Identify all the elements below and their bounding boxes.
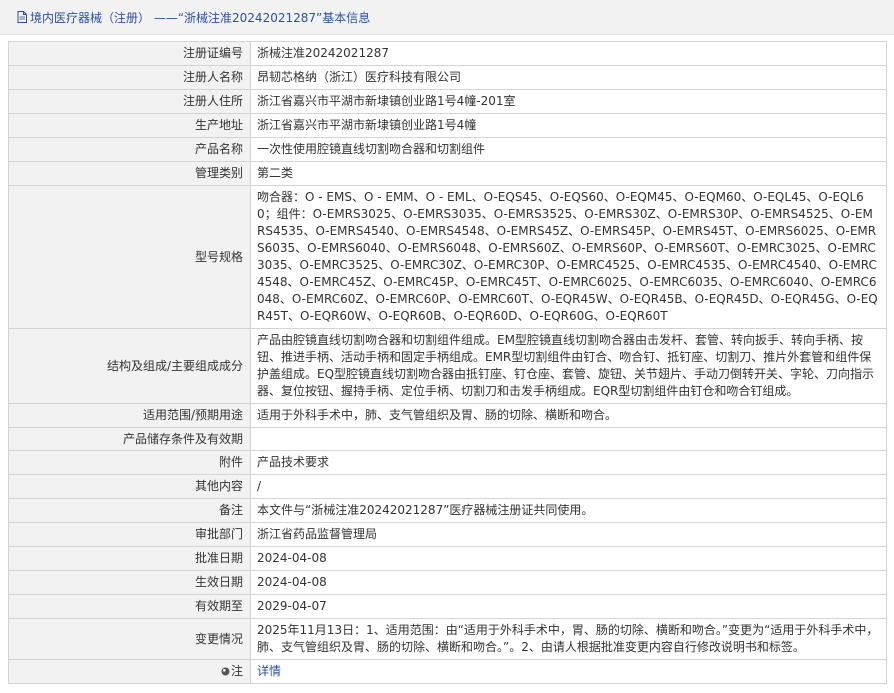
field-value: 适用于外科手术中，肺、支气管组织及胃、肠的切除、横断和吻合。: [250, 403, 887, 428]
field-value: [250, 427, 887, 451]
field-label: 生产地址: [8, 113, 251, 138]
table-row: 注册证编号 浙械注准20242021287: [8, 41, 887, 66]
table-row: 有效期至 2029-04-07: [8, 594, 887, 619]
table-row: 其他内容 /: [8, 474, 887, 499]
table-row: 注册人名称 昂韧芯格纳（浙江）医疗科技有限公司: [8, 65, 887, 90]
field-label: 附件: [8, 450, 251, 475]
field-value: 浙江省嘉兴市平湖市新埭镇创业路1号4幢-201室: [250, 89, 887, 114]
registration-info-table: 注册证编号 浙械注准20242021287 注册人名称 昂韧芯格纳（浙江）医疗科…: [8, 41, 887, 684]
field-label: 型号规格: [8, 185, 251, 329]
field-label: 产品名称: [8, 137, 251, 162]
field-value: 吻合器：O - EMS、O - EMM、O - EML、O-EQS45、O-EQ…: [250, 185, 887, 329]
field-value: 昂韧芯格纳（浙江）医疗科技有限公司: [250, 65, 887, 90]
field-label: 管理类别: [8, 161, 251, 186]
table-row: 审批部门 浙江省药品监督管理局: [8, 522, 887, 547]
table-row: 型号规格 吻合器：O - EMS、O - EMM、O - EML、O-EQS45…: [8, 185, 887, 329]
field-label: 审批部门: [8, 522, 251, 547]
field-value: 2025年11月13日：1、适用范围：由“适用于外科手术中，胃、肠的切除、横断和…: [250, 618, 887, 660]
field-label: 注册证编号: [8, 41, 251, 66]
field-label: 变更情况: [8, 618, 251, 660]
field-value: 一次性使用腔镜直线切割吻合器和切割组件: [250, 137, 887, 162]
note-row: 注 详情: [8, 659, 887, 684]
note-label-cell: 注: [8, 659, 251, 684]
field-label: 生效日期: [8, 570, 251, 595]
table-row: 变更情况 2025年11月13日：1、适用范围：由“适用于外科手术中，胃、肠的切…: [8, 618, 887, 660]
field-value: 本文件与“浙械注准20242021287”医疗器械注册证共同使用。: [250, 498, 887, 523]
page-title: 境内医疗器械（注册） ——“浙械注准20242021287”基本信息: [30, 10, 371, 25]
document-icon: [17, 11, 27, 23]
field-value: /: [250, 474, 887, 499]
field-value: 第二类: [250, 161, 887, 186]
field-label: 备注: [8, 498, 251, 523]
map-pin-icon: [221, 664, 230, 676]
field-value: 2029-04-07: [250, 594, 887, 619]
field-value: 产品由腔镜直线切割吻合器和切割组件组成。EM型腔镜直线切割吻合器由击发杆、套管、…: [250, 328, 887, 404]
page-header: 境内医疗器械（注册） ——“浙械注准20242021287”基本信息: [0, 0, 894, 35]
table-row: 产品名称 一次性使用腔镜直线切割吻合器和切割组件: [8, 137, 887, 162]
note-value-cell: 详情: [250, 659, 887, 684]
field-label: 产品储存条件及有效期: [8, 427, 251, 451]
table-row: 适用范围/预期用途 适用于外科手术中，肺、支气管组织及胃、肠的切除、横断和吻合。: [8, 403, 887, 428]
table-row: 产品储存条件及有效期: [8, 427, 887, 451]
table-row: 生效日期 2024-04-08: [8, 570, 887, 595]
field-value: 浙江省药品监督管理局: [250, 522, 887, 547]
table-row: 结构及组成/主要组成成分 产品由腔镜直线切割吻合器和切割组件组成。EM型腔镜直线…: [8, 328, 887, 404]
table-row: 管理类别 第二类: [8, 161, 887, 186]
table-row: 生产地址 浙江省嘉兴市平湖市新埭镇创业路1号4幢: [8, 113, 887, 138]
field-value: 产品技术要求: [250, 450, 887, 475]
field-label: 有效期至: [8, 594, 251, 619]
field-value: 2024-04-08: [250, 570, 887, 595]
field-label: 结构及组成/主要组成成分: [8, 328, 251, 404]
table-row: 注册人住所 浙江省嘉兴市平湖市新埭镇创业路1号4幢-201室: [8, 89, 887, 114]
note-label: 注: [230, 664, 243, 678]
field-label: 注册人名称: [8, 65, 251, 90]
field-label: 其他内容: [8, 474, 251, 499]
field-label: 批准日期: [8, 546, 251, 571]
table-row: 备注 本文件与“浙械注准20242021287”医疗器械注册证共同使用。: [8, 498, 887, 523]
details-link[interactable]: 详情: [257, 664, 281, 678]
table-row: 批准日期 2024-04-08: [8, 546, 887, 571]
field-label: 注册人住所: [8, 89, 251, 114]
field-value: 2024-04-08: [250, 546, 887, 571]
field-value: 浙械注准20242021287: [250, 41, 887, 66]
field-label: 适用范围/预期用途: [8, 403, 251, 428]
field-value: 浙江省嘉兴市平湖市新埭镇创业路1号4幢: [250, 113, 887, 138]
table-row: 附件 产品技术要求: [8, 450, 887, 475]
